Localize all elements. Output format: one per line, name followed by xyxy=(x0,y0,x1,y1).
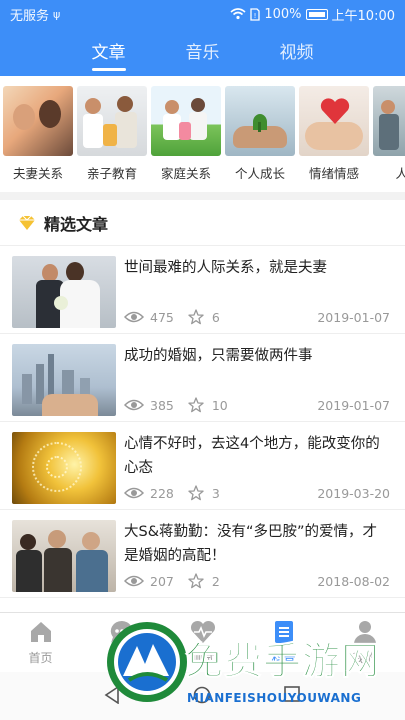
category-family[interactable]: 家庭关系 xyxy=(151,86,221,182)
category-growth[interactable]: 个人成长 xyxy=(225,86,295,182)
nav-home[interactable]: 首页 xyxy=(0,613,81,672)
section-title: 精选文章 xyxy=(44,214,109,234)
nav-label: 咨询 xyxy=(109,651,134,665)
article-thumbnail xyxy=(12,432,116,504)
chat-icon xyxy=(110,620,133,643)
view-count: 228 xyxy=(150,485,174,501)
article-date: 2019-01-07 xyxy=(317,397,390,413)
category-couple[interactable]: 夫妻关系 xyxy=(3,86,73,182)
category-label: 情绪情感 xyxy=(308,166,359,181)
category-parenting[interactable]: 亲子教育 xyxy=(77,86,147,182)
system-nav-bar xyxy=(0,672,405,720)
eye-icon xyxy=(124,575,144,587)
article-item[interactable]: 成功的婚姻，只需要做两件事 385 10 2019-01-07 xyxy=(0,334,405,422)
tab-videos[interactable]: 视频 xyxy=(280,38,314,69)
category-image xyxy=(3,86,73,156)
nav-label: 科普 xyxy=(271,651,296,665)
star-count: 10 xyxy=(211,397,228,413)
article-meta: 385 10 2019-01-07 xyxy=(124,397,390,413)
nav-science[interactable]: 科普 xyxy=(243,613,324,672)
status-bar: 无服务 ψ ! 100% 上午10:00 xyxy=(0,0,405,28)
article-item[interactable]: 大S&蒋勤勤：没有“多巴胺”的爱情，才是婚姻的高配！ 207 2 2018-08… xyxy=(0,510,405,598)
star-count: 6 xyxy=(211,309,220,325)
category-image xyxy=(225,86,295,156)
article-title: 世间最难的人际关系，就是夫妻 xyxy=(124,260,327,276)
home-icon xyxy=(30,622,51,642)
category-strip: 夫妻关系 亲子教育 家庭关系 个人成长 情绪情感 人 xyxy=(0,76,405,192)
article-meta: 207 2 2018-08-02 xyxy=(124,573,390,589)
featured-articles: 精选文章 世间最难的人际关系，就是夫妻 475 6 2019-01-07 成功的… xyxy=(0,200,405,612)
category-label: 夫妻关系 xyxy=(12,166,63,181)
category-label: 亲子教育 xyxy=(86,166,137,181)
article-meta: 475 6 2019-01-07 xyxy=(124,309,390,325)
star-icon[interactable] xyxy=(188,397,204,413)
article-date: 2019-03-20 xyxy=(317,485,390,501)
eye-icon xyxy=(124,399,144,411)
home-button-icon[interactable] xyxy=(193,686,211,704)
document-icon xyxy=(274,621,293,643)
nav-consult[interactable]: 咨询 xyxy=(81,613,162,672)
star-icon[interactable] xyxy=(188,573,204,589)
article-title: 成功的婚姻，只需要做两件事 xyxy=(124,348,313,364)
star-icon[interactable] xyxy=(188,485,204,501)
article-item[interactable]: 世间最难的人际关系，就是夫妻 475 6 2019-01-07 xyxy=(0,246,405,334)
nav-label: 我的 xyxy=(352,651,377,665)
star-count: 2 xyxy=(211,573,220,589)
nav-label: 首页 xyxy=(28,651,53,665)
heart-pulse-icon xyxy=(190,620,215,643)
category-label: 个人成长 xyxy=(234,166,285,181)
category-image xyxy=(77,86,147,156)
category-label: 人际 xyxy=(395,166,405,181)
bottom-nav: 首页 咨询 测试 科普 我的 xyxy=(0,612,405,672)
view-count: 207 xyxy=(150,573,174,589)
recents-icon[interactable] xyxy=(284,686,300,702)
category-emotion[interactable]: 情绪情感 xyxy=(299,86,369,182)
sim-icon: ! xyxy=(250,7,261,21)
star-count: 3 xyxy=(211,485,220,501)
nav-profile[interactable]: 我的 xyxy=(324,613,405,672)
article-date: 2018-08-02 xyxy=(317,573,390,589)
article-thumbnail xyxy=(12,256,116,328)
article-title: 心情不好时，去这4个地方，能改变你的心态 xyxy=(124,436,380,476)
nav-test[interactable]: 测试 xyxy=(162,613,243,672)
view-count: 475 xyxy=(150,309,174,325)
section-header: 精选文章 xyxy=(0,200,405,246)
article-meta: 228 3 2019-03-20 xyxy=(124,485,390,501)
diamond-icon xyxy=(19,215,35,230)
star-icon[interactable] xyxy=(188,309,204,325)
article-thumbnail xyxy=(12,344,116,416)
svg-text:!: ! xyxy=(254,12,257,20)
battery-percent: 100% xyxy=(264,6,302,22)
eye-icon xyxy=(124,487,144,499)
view-count: 385 xyxy=(150,397,174,413)
tab-articles[interactable]: 文章 xyxy=(91,38,126,71)
article-date: 2019-01-07 xyxy=(317,309,390,325)
category-image xyxy=(299,86,369,156)
user-icon xyxy=(353,621,376,644)
top-tabs: 文章 音乐 视频 xyxy=(0,38,405,71)
battery-icon xyxy=(305,8,328,20)
category-label: 家庭关系 xyxy=(160,166,211,181)
tab-music[interactable]: 音乐 xyxy=(186,38,220,69)
article-item[interactable]: 心情不好时，去这4个地方，能改变你的心态 228 3 2019-03-20 xyxy=(0,422,405,510)
app-header: 无服务 ψ ! 100% 上午10:00 文章 音乐 视频 xyxy=(0,0,405,76)
carrier-label: 无服务 xyxy=(10,8,50,24)
category-image xyxy=(151,86,221,156)
wifi-icon xyxy=(230,8,246,20)
back-icon[interactable] xyxy=(104,686,120,704)
category-image xyxy=(373,86,405,156)
eye-icon xyxy=(124,311,144,323)
article-title: 大S&蒋勤勤：没有“多巴胺”的爱情，才是婚姻的高配！ xyxy=(124,524,378,564)
nav-label: 测试 xyxy=(190,651,215,665)
category-interpersonal[interactable]: 人际 xyxy=(373,86,405,182)
clock: 上午10:00 xyxy=(331,8,395,24)
article-thumbnail xyxy=(12,520,116,592)
usb-icon: ψ xyxy=(53,7,61,21)
